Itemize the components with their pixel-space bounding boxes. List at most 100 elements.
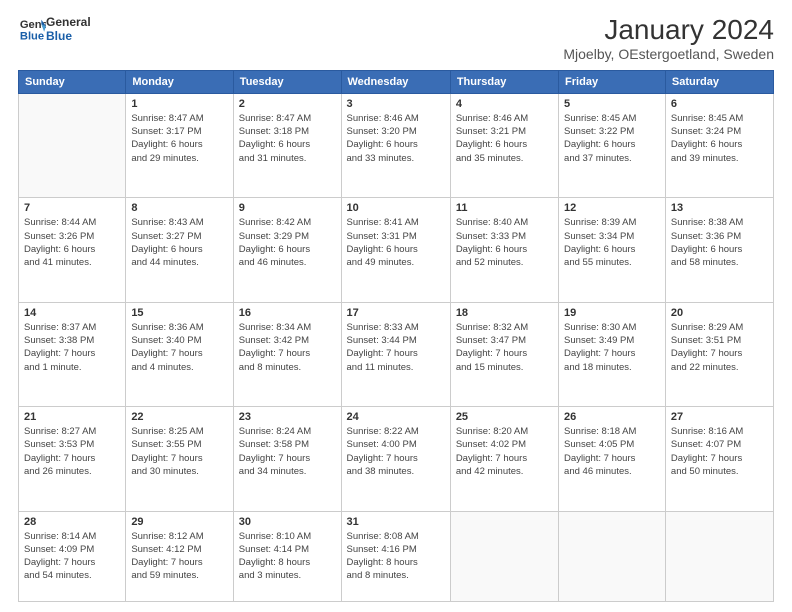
day-info: Sunrise: 8:45 AM Sunset: 3:24 PM Dayligh… bbox=[671, 112, 768, 165]
day-number: 16 bbox=[239, 307, 336, 319]
day-number: 19 bbox=[564, 307, 660, 319]
logo-icon: General Blue bbox=[18, 15, 46, 43]
day-number: 9 bbox=[239, 202, 336, 214]
day-info: Sunrise: 8:25 AM Sunset: 3:55 PM Dayligh… bbox=[131, 425, 227, 478]
calendar-cell: 24 Sunrise: 8:22 AM Sunset: 4:00 PM Dayli… bbox=[341, 407, 450, 511]
subtitle: Mjoelby, OEstergoetland, Sweden bbox=[563, 46, 774, 62]
calendar-cell: 6Sunrise: 8:45 AM Sunset: 3:24 PM Daylig… bbox=[665, 93, 773, 197]
day-number: 13 bbox=[671, 202, 768, 214]
title-block: January 2024 Mjoelby, OEstergoetland, Sw… bbox=[563, 15, 774, 62]
day-number: 21 bbox=[24, 411, 120, 423]
calendar-cell bbox=[559, 511, 666, 601]
weekday-header-tuesday: Tuesday bbox=[233, 70, 341, 93]
week-row-4: 28 Sunrise: 8:14 AM Sunset: 4:09 PM Dayli… bbox=[19, 511, 774, 601]
day-info: Sunrise: 8:29 AM Sunset: 3:51 PM Dayligh… bbox=[671, 321, 768, 374]
day-info: Sunrise: 8:37 AM Sunset: 3:38 PM Dayligh… bbox=[24, 321, 120, 374]
day-number: 10 bbox=[347, 202, 445, 214]
day-number: 2 bbox=[239, 98, 336, 110]
day-info: Sunrise: 8:42 AM Sunset: 3:29 PM Dayligh… bbox=[239, 216, 336, 269]
day-number: 31 bbox=[347, 516, 445, 528]
calendar-cell: 1 Sunrise: 8:47 AM Sunset: 3:17 PM Daylig… bbox=[126, 93, 233, 197]
calendar-cell: 22 Sunrise: 8:25 AM Sunset: 3:55 PM Dayli… bbox=[126, 407, 233, 511]
day-info: Sunrise: 8:41 AM Sunset: 3:31 PM Dayligh… bbox=[347, 216, 445, 269]
day-number: 20 bbox=[671, 307, 768, 319]
day-number: 5 bbox=[564, 98, 660, 110]
day-number: 17 bbox=[347, 307, 445, 319]
calendar-cell: 30 Sunrise: 8:10 AM Sunset: 4:14 PM Dayli… bbox=[233, 511, 341, 601]
day-info: Sunrise: 8:08 AM Sunset: 4:16 PM Dayligh… bbox=[347, 530, 445, 583]
calendar-cell: 19 Sunrise: 8:30 AM Sunset: 3:49 PM Dayli… bbox=[559, 302, 666, 406]
week-row-0: 1 Sunrise: 8:47 AM Sunset: 3:17 PM Daylig… bbox=[19, 93, 774, 197]
day-info: Sunrise: 8:34 AM Sunset: 3:42 PM Dayligh… bbox=[239, 321, 336, 374]
header: General Blue General Blue January 2024 M… bbox=[18, 15, 774, 62]
calendar-cell: 31 Sunrise: 8:08 AM Sunset: 4:16 PM Dayli… bbox=[341, 511, 450, 601]
day-info: Sunrise: 8:16 AM Sunset: 4:07 PM Dayligh… bbox=[671, 425, 768, 478]
weekday-header-sunday: Sunday bbox=[19, 70, 126, 93]
day-info: Sunrise: 8:20 AM Sunset: 4:02 PM Dayligh… bbox=[456, 425, 553, 478]
calendar-cell: 28 Sunrise: 8:14 AM Sunset: 4:09 PM Dayli… bbox=[19, 511, 126, 601]
day-info: Sunrise: 8:32 AM Sunset: 3:47 PM Dayligh… bbox=[456, 321, 553, 374]
calendar-cell: 21Sunrise: 8:27 AM Sunset: 3:53 PM Dayli… bbox=[19, 407, 126, 511]
calendar-cell: 12 Sunrise: 8:39 AM Sunset: 3:34 PM Dayli… bbox=[559, 198, 666, 302]
day-info: Sunrise: 8:44 AM Sunset: 3:26 PM Dayligh… bbox=[24, 216, 120, 269]
day-info: Sunrise: 8:45 AM Sunset: 3:22 PM Dayligh… bbox=[564, 112, 660, 165]
day-number: 4 bbox=[456, 98, 553, 110]
day-info: Sunrise: 8:38 AM Sunset: 3:36 PM Dayligh… bbox=[671, 216, 768, 269]
calendar-cell: 16 Sunrise: 8:34 AM Sunset: 3:42 PM Dayli… bbox=[233, 302, 341, 406]
day-number: 24 bbox=[347, 411, 445, 423]
calendar-cell: 25 Sunrise: 8:20 AM Sunset: 4:02 PM Dayli… bbox=[450, 407, 558, 511]
day-number: 27 bbox=[671, 411, 768, 423]
calendar-cell: 9 Sunrise: 8:42 AM Sunset: 3:29 PM Daylig… bbox=[233, 198, 341, 302]
calendar-cell: 17Sunrise: 8:33 AM Sunset: 3:44 PM Dayli… bbox=[341, 302, 450, 406]
weekday-header-monday: Monday bbox=[126, 70, 233, 93]
day-number: 22 bbox=[131, 411, 227, 423]
calendar-cell: 4 Sunrise: 8:46 AM Sunset: 3:21 PM Daylig… bbox=[450, 93, 558, 197]
day-number: 14 bbox=[24, 307, 120, 319]
calendar-cell: 3 Sunrise: 8:46 AM Sunset: 3:20 PM Daylig… bbox=[341, 93, 450, 197]
day-info: Sunrise: 8:22 AM Sunset: 4:00 PM Dayligh… bbox=[347, 425, 445, 478]
calendar-cell: 5 Sunrise: 8:45 AM Sunset: 3:22 PM Daylig… bbox=[559, 93, 666, 197]
day-info: Sunrise: 8:43 AM Sunset: 3:27 PM Dayligh… bbox=[131, 216, 227, 269]
logo-blue: Blue bbox=[46, 29, 91, 43]
day-number: 25 bbox=[456, 411, 553, 423]
day-number: 30 bbox=[239, 516, 336, 528]
day-info: Sunrise: 8:46 AM Sunset: 3:21 PM Dayligh… bbox=[456, 112, 553, 165]
calendar-cell: 18 Sunrise: 8:32 AM Sunset: 3:47 PM Dayli… bbox=[450, 302, 558, 406]
calendar-cell bbox=[19, 93, 126, 197]
calendar-cell: 10 Sunrise: 8:41 AM Sunset: 3:31 PM Dayli… bbox=[341, 198, 450, 302]
page: General Blue General Blue January 2024 M… bbox=[0, 0, 792, 612]
calendar-cell: 7Sunrise: 8:44 AM Sunset: 3:26 PM Daylig… bbox=[19, 198, 126, 302]
logo: General Blue General Blue bbox=[18, 15, 91, 43]
svg-text:Blue: Blue bbox=[20, 30, 44, 42]
day-number: 11 bbox=[456, 202, 553, 214]
calendar-cell: 2Sunrise: 8:47 AM Sunset: 3:18 PM Daylig… bbox=[233, 93, 341, 197]
day-info: Sunrise: 8:24 AM Sunset: 3:58 PM Dayligh… bbox=[239, 425, 336, 478]
weekday-header-friday: Friday bbox=[559, 70, 666, 93]
day-number: 26 bbox=[564, 411, 660, 423]
day-info: Sunrise: 8:10 AM Sunset: 4:14 PM Dayligh… bbox=[239, 530, 336, 583]
calendar-cell bbox=[450, 511, 558, 601]
day-info: Sunrise: 8:39 AM Sunset: 3:34 PM Dayligh… bbox=[564, 216, 660, 269]
day-info: Sunrise: 8:14 AM Sunset: 4:09 PM Dayligh… bbox=[24, 530, 120, 583]
day-info: Sunrise: 8:46 AM Sunset: 3:20 PM Dayligh… bbox=[347, 112, 445, 165]
weekday-header-wednesday: Wednesday bbox=[341, 70, 450, 93]
weekday-header-thursday: Thursday bbox=[450, 70, 558, 93]
calendar-cell: 15Sunrise: 8:36 AM Sunset: 3:40 PM Dayli… bbox=[126, 302, 233, 406]
day-number: 28 bbox=[24, 516, 120, 528]
day-number: 18 bbox=[456, 307, 553, 319]
day-info: Sunrise: 8:40 AM Sunset: 3:33 PM Dayligh… bbox=[456, 216, 553, 269]
day-number: 1 bbox=[131, 98, 227, 110]
day-info: Sunrise: 8:30 AM Sunset: 3:49 PM Dayligh… bbox=[564, 321, 660, 374]
main-title: January 2024 bbox=[563, 15, 774, 46]
day-info: Sunrise: 8:12 AM Sunset: 4:12 PM Dayligh… bbox=[131, 530, 227, 583]
calendar-table: SundayMondayTuesdayWednesdayThursdayFrid… bbox=[18, 70, 774, 602]
calendar-cell: 26Sunrise: 8:18 AM Sunset: 4:05 PM Dayli… bbox=[559, 407, 666, 511]
day-info: Sunrise: 8:47 AM Sunset: 3:17 PM Dayligh… bbox=[131, 112, 227, 165]
day-number: 29 bbox=[131, 516, 227, 528]
day-info: Sunrise: 8:36 AM Sunset: 3:40 PM Dayligh… bbox=[131, 321, 227, 374]
day-number: 3 bbox=[347, 98, 445, 110]
day-number: 12 bbox=[564, 202, 660, 214]
day-number: 8 bbox=[131, 202, 227, 214]
calendar-cell: 8 Sunrise: 8:43 AM Sunset: 3:27 PM Daylig… bbox=[126, 198, 233, 302]
calendar-cell: 20 Sunrise: 8:29 AM Sunset: 3:51 PM Dayli… bbox=[665, 302, 773, 406]
